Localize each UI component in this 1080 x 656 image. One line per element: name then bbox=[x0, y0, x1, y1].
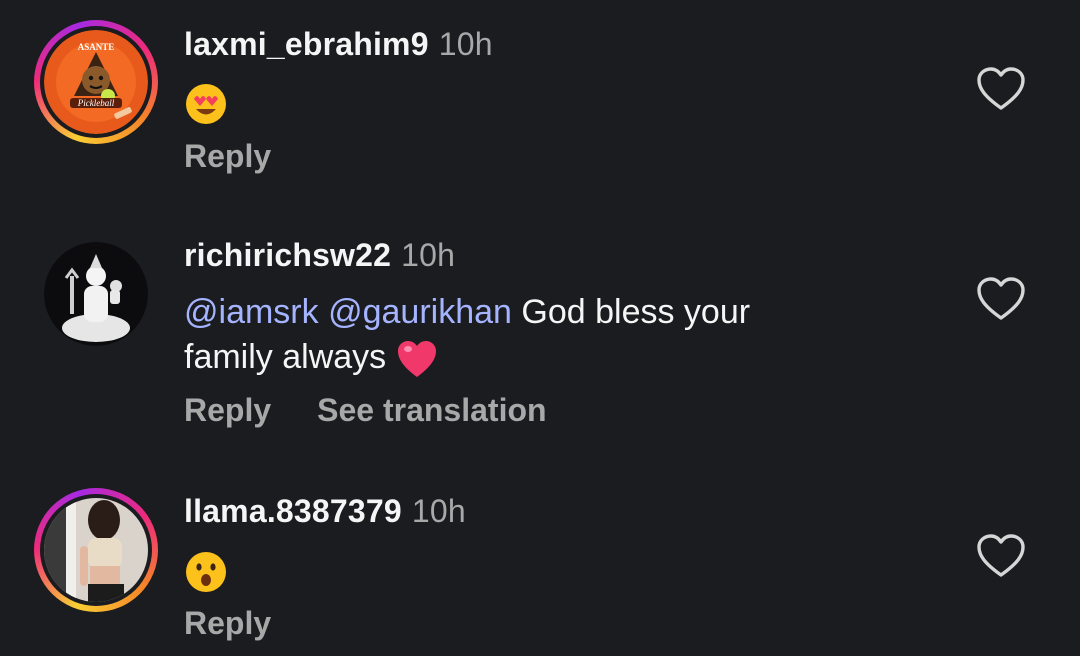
heart-outline-icon[interactable] bbox=[976, 276, 1026, 322]
comment-text-line-1: God bless your bbox=[521, 293, 751, 331]
comment-text bbox=[184, 548, 904, 594]
surprised-face-emoji bbox=[186, 552, 226, 593]
comment-list: Pickleball ASANTE laxmi_ebrahim9 10h Repl… bbox=[0, 0, 1080, 656]
comment-actions: Reply See translation bbox=[184, 392, 547, 429]
logo-text-top: ASANTE bbox=[78, 42, 115, 52]
username-line: llama.8387379 10h bbox=[184, 493, 466, 530]
heart-eyes-emoji bbox=[186, 84, 226, 125]
heart-outline-icon[interactable] bbox=[976, 533, 1026, 579]
timestamp: 10h bbox=[401, 237, 456, 273]
heart-outline-icon[interactable] bbox=[976, 66, 1026, 112]
reply-button[interactable]: Reply bbox=[184, 138, 271, 174]
avatar bbox=[44, 498, 148, 602]
timestamp: 10h bbox=[411, 493, 466, 529]
see-translation-button[interactable]: See translation bbox=[317, 392, 546, 428]
timestamp: 10h bbox=[438, 26, 493, 62]
reply-button[interactable]: Reply bbox=[184, 605, 271, 641]
red-heart-emoji bbox=[397, 341, 436, 378]
username-line: laxmi_ebrahim9 10h bbox=[184, 26, 493, 63]
avatar-frame[interactable] bbox=[34, 232, 158, 356]
avatar bbox=[44, 242, 148, 346]
comment-actions: Reply bbox=[184, 605, 271, 642]
mention-link[interactable]: @gaurikhan bbox=[328, 293, 512, 331]
logo-text-bottom: Pickleball bbox=[77, 98, 115, 108]
comment-text: @iamsrk @gaurikhan God bless your family… bbox=[184, 290, 904, 380]
comment-actions: Reply bbox=[184, 138, 271, 175]
username[interactable]: llama.8387379 bbox=[184, 493, 402, 529]
comment-text-line-2: family always bbox=[184, 338, 387, 376]
comment-text bbox=[184, 80, 904, 126]
avatar-frame bbox=[40, 494, 152, 606]
avatar-story-ring[interactable] bbox=[34, 488, 158, 612]
reply-button[interactable]: Reply bbox=[184, 392, 271, 428]
username[interactable]: laxmi_ebrahim9 bbox=[184, 26, 429, 62]
mention-link[interactable]: @iamsrk bbox=[184, 293, 319, 331]
avatar-story-ring[interactable]: Pickleball ASANTE bbox=[34, 20, 158, 144]
avatar-frame: Pickleball ASANTE bbox=[40, 26, 152, 138]
username[interactable]: richirichsw22 bbox=[184, 237, 391, 273]
avatar: Pickleball ASANTE bbox=[44, 30, 148, 134]
username-line: richirichsw22 10h bbox=[184, 237, 455, 274]
